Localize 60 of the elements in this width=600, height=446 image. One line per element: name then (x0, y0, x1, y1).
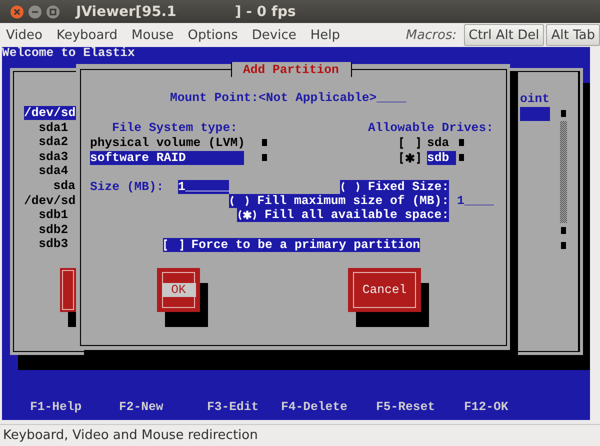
field-label: File System type: (112, 121, 238, 135)
column-header: oint (520, 92, 550, 106)
dialog-button[interactable]: OK (157, 268, 200, 312)
scroll-marker (262, 139, 267, 146)
macro-button[interactable]: Alt Tab (546, 24, 600, 46)
menu-item[interactable]: Device (252, 28, 296, 42)
field-label: Allowable Drives: (368, 121, 494, 135)
radio-button[interactable] (340, 181, 361, 193)
partition-list-item[interactable]: sda3 (38, 150, 68, 164)
radio-button[interactable] (237, 209, 258, 222)
window-title: JViewer[95.1 ] - 0 fps (76, 4, 296, 20)
function-key-hint: F1-Help (30, 400, 82, 414)
menu-item[interactable]: Mouse (132, 28, 174, 42)
function-key-hint: F4-Delete (281, 400, 348, 414)
scroll-marker (459, 154, 464, 161)
scroll-marker (561, 110, 566, 117)
partition-list-item[interactable]: sda1 (38, 120, 68, 135)
partition-list-item[interactable]: /dev/sd (24, 194, 76, 208)
scroll-marker (459, 139, 464, 146)
partition-list-item[interactable]: sdb1 (38, 208, 68, 222)
list-option[interactable]: software RAID (90, 150, 244, 165)
menu-item[interactable]: Options (188, 28, 238, 42)
drive-option[interactable]: sda (427, 136, 456, 150)
row-highlight (520, 107, 550, 121)
banner-text: Welcome to Elastix (2, 47, 135, 59)
checkbox[interactable] (399, 137, 421, 149)
radio-button[interactable] (229, 195, 250, 208)
scroll-marker (561, 227, 566, 234)
function-key-hint: F2-New (119, 400, 164, 414)
function-key-hint: F5-Reset (376, 400, 436, 414)
option-row[interactable]: Fixed Size: (340, 180, 449, 194)
partition-list-item[interactable]: sdb3 (38, 237, 68, 252)
partial-button[interactable] (60, 268, 76, 312)
scroll-marker (561, 242, 566, 249)
partition-list-item[interactable]: sda2 (38, 135, 68, 150)
partition-list-item[interactable]: sda4 (38, 164, 68, 178)
list-option[interactable]: physical volume (LVM) (90, 136, 244, 150)
partition-list-item[interactable]: sdb2 (38, 222, 68, 237)
partition-list-item[interactable]: sda (53, 179, 76, 193)
function-key-hint: F12-OK (464, 400, 508, 414)
function-key-hint: F3-Edit (207, 400, 259, 414)
dialog-title: Add Partition (243, 63, 339, 77)
macros-label: Macros: (406, 28, 457, 42)
drive-option[interactable]: sdb (427, 150, 456, 165)
maximize-icon[interactable] (46, 4, 60, 18)
field-label: Size (MB): (90, 180, 164, 194)
macro-button[interactable]: Ctrl Alt Del (464, 24, 544, 46)
menu-item[interactable]: Help (310, 28, 340, 42)
menu-item[interactable]: Video (6, 28, 42, 42)
close-icon[interactable] (10, 4, 24, 18)
status-text: Keyboard, Video and Mouse redirection (3, 428, 258, 443)
minimize-icon[interactable] (28, 4, 42, 18)
partition-list-item[interactable]: /dev/sd (24, 106, 76, 120)
checkbox[interactable] (399, 152, 421, 164)
scroll-marker (262, 154, 267, 161)
dialog-button[interactable]: Cancel (348, 268, 421, 312)
mount-point-field[interactable]: Mount Point:<Not Applicable>____ (170, 91, 406, 105)
max-size-field[interactable]: 1____ (457, 194, 494, 208)
option-label: Fixed Size: (368, 180, 449, 194)
menu-item[interactable]: Keyboard (56, 28, 118, 42)
